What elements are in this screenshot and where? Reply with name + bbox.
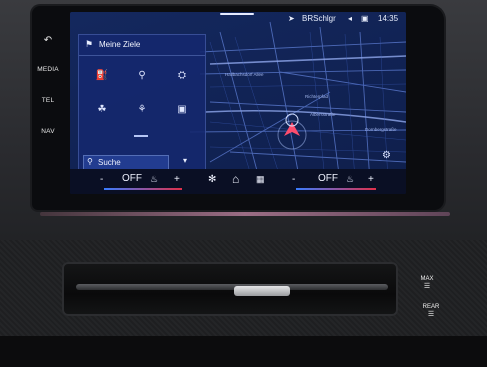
- seat-heat-icon: ♨: [150, 174, 159, 184]
- tel-button[interactable]: TEL: [34, 97, 62, 104]
- restaurant-icon[interactable]: ⚘: [125, 95, 159, 123]
- left-minus-button[interactable]: -: [100, 174, 103, 185]
- handle-bar: [220, 13, 254, 15]
- media-button[interactable]: MEDIA: [34, 66, 62, 73]
- back-arrow-icon: ↶: [43, 35, 53, 46]
- left-plus-button[interactable]: +: [174, 174, 180, 185]
- home-icon[interactable]: ⌂: [232, 172, 239, 186]
- search-label: Suche: [98, 158, 121, 167]
- fan-icon[interactable]: ✻: [208, 174, 216, 185]
- volume-icon: ◂: [348, 14, 353, 23]
- apps-grid-icon[interactable]: ▦: [256, 174, 265, 185]
- search-icon: ⚲: [87, 157, 93, 166]
- network-name: BRSchlgr: [302, 14, 336, 23]
- page-indicator: [134, 135, 148, 137]
- right-seat-heat-value: OFF: [318, 173, 338, 184]
- left-seat-heat-value: OFF: [122, 173, 142, 184]
- parking-icon[interactable]: ⚲: [125, 61, 159, 89]
- navigation-map[interactable]: Albersstraße Hallbachsdorf Allee Richter…: [70, 12, 406, 182]
- climate-bar: - OFF ♨ + ✻ ⌂ ▦ - OFF ♨ +: [70, 169, 406, 194]
- clock: 14:35: [378, 14, 399, 23]
- map-label: Hallbachsdorf Allee: [225, 72, 264, 77]
- chevron-down-icon[interactable]: ▾: [183, 156, 187, 165]
- max-defrost-button[interactable]: MAX ☰: [416, 276, 438, 290]
- lower-console: [0, 336, 487, 367]
- map-label: Dornbergstraße: [365, 127, 397, 132]
- message-icon: ▣: [361, 14, 369, 23]
- favorites-header[interactable]: ⚑ Meine Ziele: [79, 35, 205, 56]
- right-plus-button[interactable]: +: [368, 174, 374, 185]
- right-minus-button[interactable]: -: [292, 174, 295, 185]
- infotainment-screen: Albersstraße Hallbachsdorf Allee Richter…: [70, 12, 406, 194]
- map-label: Albersstraße: [310, 112, 336, 117]
- seat-heat-icon: ♨: [346, 174, 355, 184]
- left-level-bar: [104, 188, 182, 190]
- rear-defrost-icon: ☰: [427, 311, 435, 318]
- right-level-bar: [296, 188, 376, 190]
- map-label: Richterpfad: [305, 94, 329, 99]
- favorites-title: Meine Ziele: [99, 40, 141, 49]
- hotel-icon[interactable]: ☘: [85, 95, 119, 123]
- defrost-icon: ☰: [423, 283, 431, 290]
- favorites-panel: ⚑ Meine Ziele ⛽ ⚲ ⛭ ☘ ⚘ ▣ ⚲ Suche ▾: [78, 34, 206, 174]
- status-bar: ➤ BRSchlgr ◂ ▣ 14:35: [70, 12, 406, 26]
- ambient-light-strip: [40, 212, 450, 216]
- fuel-icon[interactable]: ⛽: [85, 61, 119, 89]
- picnic-icon[interactable]: ⛭: [165, 61, 199, 89]
- navigation-arrow-icon: ➤: [288, 14, 295, 23]
- shopping-icon[interactable]: ▣: [165, 95, 199, 123]
- settings-gear-icon[interactable]: ⚙: [382, 150, 391, 161]
- car-dashboard-photo: ↶ MEDIA TEL NAV Albersstraße Hallbachsdo…: [0, 0, 487, 367]
- vent-slat: [76, 284, 388, 290]
- back-button[interactable]: ↶: [34, 35, 62, 46]
- flag-icon: ⚑: [85, 39, 94, 49]
- rear-defrost-button[interactable]: REAR ☰: [420, 304, 442, 318]
- nav-button[interactable]: NAV: [34, 128, 62, 135]
- vent-adjust-knob[interactable]: [234, 286, 290, 296]
